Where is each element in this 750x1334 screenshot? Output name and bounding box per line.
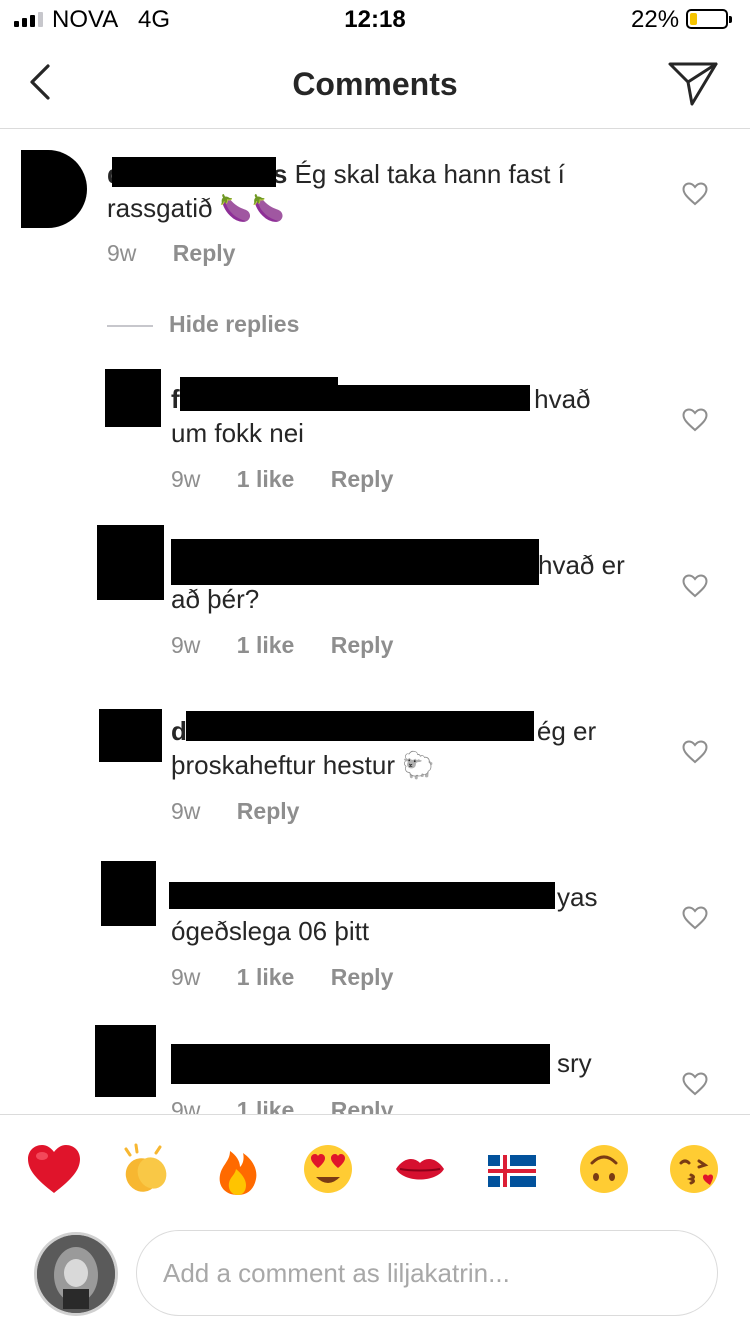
redaction-bar (180, 385, 530, 411)
reply-button[interactable]: Reply (331, 964, 394, 990)
battery-percent: 22% (631, 6, 680, 33)
avatar[interactable] (105, 369, 161, 427)
reply-button[interactable]: Reply (237, 798, 300, 824)
redaction-bar (169, 882, 555, 909)
comment-age: 9w (171, 964, 201, 990)
likes-count[interactable]: 1 like (237, 964, 295, 990)
heart-eyes-emoji-icon[interactable] (298, 1141, 358, 1197)
comment-meta: 9w 1 like Reply (171, 466, 423, 493)
comment-meta: 9w Reply (107, 240, 265, 267)
emoji-bar (0, 1114, 750, 1221)
avatar[interactable] (97, 525, 164, 600)
likes-count[interactable]: 1 like (237, 1097, 295, 1114)
red-heart-emoji-icon[interactable] (24, 1141, 84, 1197)
comment-input[interactable] (136, 1230, 718, 1316)
kiss-mark-emoji-icon[interactable] (390, 1141, 450, 1197)
avatar[interactable] (101, 861, 156, 926)
reply-button[interactable]: Reply (331, 1097, 394, 1114)
iceland-flag-emoji-icon[interactable] (482, 1141, 542, 1197)
comment-age: 9w (171, 632, 201, 658)
heart-icon[interactable] (682, 408, 708, 432)
upside-down-face-emoji-icon[interactable] (574, 1141, 634, 1197)
heart-icon[interactable] (682, 740, 708, 764)
heart-icon[interactable] (682, 574, 708, 598)
comments-list: ds Ég skal taka hann fast í rassgatið 🍆🍆… (0, 129, 750, 1114)
clapping-hands-emoji-icon[interactable] (116, 1141, 176, 1197)
reply-button[interactable]: Reply (331, 632, 394, 658)
page-title: Comments (292, 66, 458, 102)
nav-bar: Comments (0, 40, 750, 129)
heart-icon[interactable] (682, 906, 708, 930)
comment-username[interactable]: d (171, 716, 187, 746)
paper-plane-icon[interactable] (666, 58, 720, 108)
redaction-bar (112, 157, 276, 187)
hide-replies-button[interactable]: Hide replies (107, 311, 299, 338)
comment-age: 9w (171, 1097, 201, 1114)
avatar[interactable] (34, 1232, 118, 1316)
heart-icon[interactable] (682, 182, 708, 206)
likes-count[interactable]: 1 like (237, 632, 295, 658)
likes-count[interactable]: 1 like (237, 466, 295, 492)
avatar[interactable] (99, 709, 162, 762)
status-bar: NOVA 4G 12:18 22% (0, 0, 750, 40)
avatar[interactable] (21, 150, 87, 228)
comment-meta: 9w Reply (171, 798, 329, 825)
comment-age: 9w (107, 240, 137, 266)
comment-meta: 9w 1 like Reply (171, 964, 423, 991)
comment-composer (0, 1228, 750, 1334)
comment-meta: 9w 1 like Reply (171, 1097, 423, 1114)
comment-age: 9w (171, 798, 201, 824)
fire-emoji-icon[interactable] (208, 1141, 268, 1197)
redaction-bar (186, 711, 534, 741)
redaction-bar (171, 1044, 550, 1084)
reply-button[interactable]: Reply (173, 240, 236, 266)
battery-icon (686, 9, 732, 29)
reply-button[interactable]: Reply (331, 466, 394, 492)
heart-icon[interactable] (682, 1072, 708, 1096)
comment-meta: 9w 1 like Reply (171, 632, 423, 659)
face-blowing-kiss-emoji-icon[interactable] (664, 1141, 724, 1197)
avatar[interactable] (95, 1025, 156, 1097)
profile-photo-icon (37, 1235, 115, 1313)
divider-line (107, 324, 153, 327)
redaction-bar (171, 539, 539, 585)
comment-age: 9w (171, 466, 201, 492)
